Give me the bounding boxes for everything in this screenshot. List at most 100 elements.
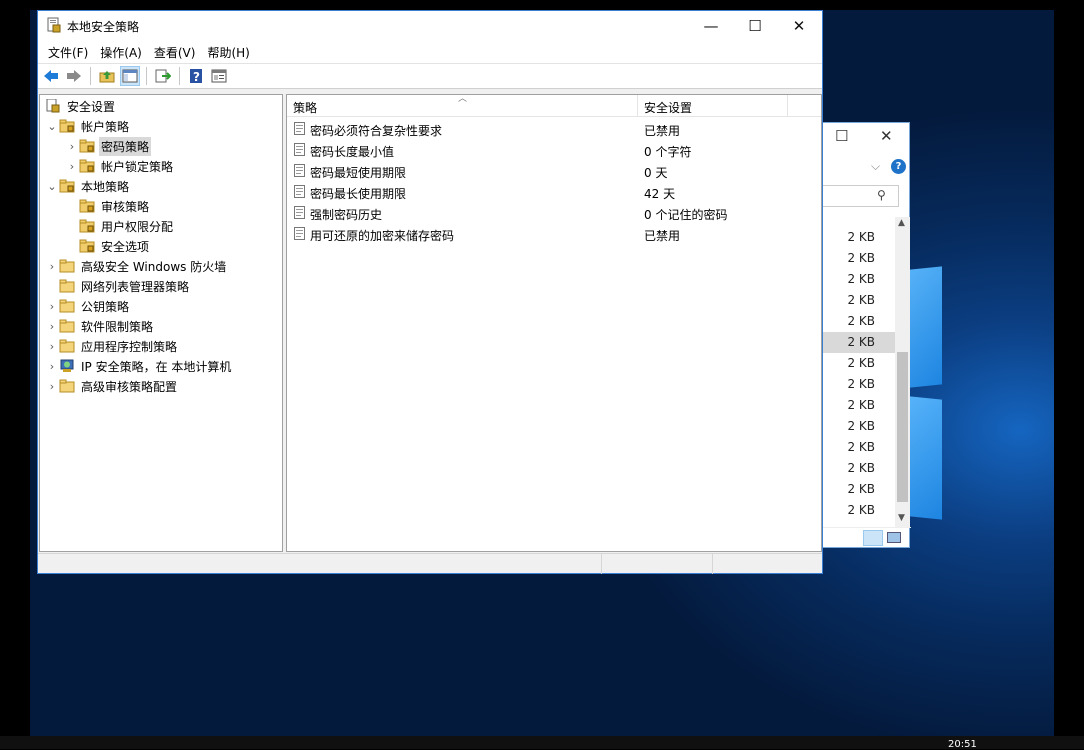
tree-node-network-list-manager[interactable]: 网络列表管理器策略: [59, 276, 191, 296]
policy-row[interactable]: 密码最长使用期限 42 天: [287, 182, 821, 203]
policy-row[interactable]: 用可还原的加密来储存密码 已禁用: [287, 224, 821, 245]
tree-node-account-lockout-policy[interactable]: › 帐户锁定策略: [65, 156, 175, 176]
menu-view[interactable]: 查看(V): [148, 44, 202, 61]
policy-folder-icon: [79, 139, 95, 153]
policy-row[interactable]: 密码最短使用期限 0 天: [287, 161, 821, 182]
column-divider[interactable]: [787, 95, 788, 117]
file-size-cell[interactable]: 2 KB: [823, 290, 895, 311]
scroll-down-icon[interactable]: ▼: [898, 513, 905, 523]
policy-row[interactable]: 强制密码历史 0 个记住的密码: [287, 203, 821, 224]
forward-button[interactable]: [64, 66, 84, 86]
large-icons-view-icon[interactable]: [887, 532, 901, 543]
minimize-button[interactable]: —: [688, 11, 734, 41]
expand-arrow-icon[interactable]: ›: [45, 300, 59, 313]
status-bar: [38, 553, 822, 574]
tree-node-password-policy[interactable]: › 密码策略: [65, 136, 152, 156]
policy-folder-icon: [79, 159, 95, 173]
details-view-icon[interactable]: [863, 530, 883, 546]
collapse-arrow-icon[interactable]: ⌄: [45, 180, 59, 193]
policy-name: 用可还原的加密来储存密码: [310, 229, 455, 243]
tree-label: 帐户策略: [81, 119, 130, 134]
close-icon[interactable]: ✕: [880, 127, 893, 145]
policy-folder-icon: [59, 179, 75, 193]
menu-file[interactable]: 文件(F): [42, 44, 94, 61]
scroll-thumb[interactable]: [897, 352, 908, 502]
policy-folder-icon: [59, 119, 75, 133]
column-divider[interactable]: [637, 95, 638, 117]
tree-node-local-policies[interactable]: ⌄ 本地策略: [45, 176, 131, 196]
scroll-up-icon[interactable]: ▲: [898, 218, 905, 228]
file-size-cell[interactable]: 2 KB: [823, 332, 895, 353]
tree-node-user-rights-assignment[interactable]: 用户权限分配: [79, 216, 175, 236]
column-header-policy[interactable]: 策略: [293, 99, 317, 116]
expand-arrow-icon[interactable]: ›: [45, 340, 59, 353]
sort-ascending-icon: ︿: [458, 94, 468, 104]
file-size-cell[interactable]: 2 KB: [823, 227, 895, 248]
show-hide-tree-button[interactable]: [120, 66, 140, 86]
export-list-button[interactable]: [153, 66, 173, 86]
search-icon: ⚲: [877, 188, 886, 202]
tree-node-application-control[interactable]: › 应用程序控制策略: [45, 336, 179, 356]
tree-node-advanced-audit-policy[interactable]: › 高级审核策略配置: [45, 376, 179, 396]
tree-node-software-restriction[interactable]: › 软件限制策略: [45, 316, 155, 336]
window-title: 本地安全策略: [67, 20, 140, 34]
expand-arrow-icon[interactable]: ›: [45, 320, 59, 333]
vertical-scrollbar[interactable]: ▲ ▼: [895, 217, 910, 527]
maximize-icon[interactable]: ☐: [835, 127, 848, 145]
column-header-setting[interactable]: 安全设置: [644, 99, 692, 116]
tree-node-windows-firewall[interactable]: › 高级安全 Windows 防火墙: [45, 256, 228, 276]
help-icon[interactable]: ?: [891, 159, 906, 174]
up-folder-icon: [99, 71, 115, 83]
folder-icon: [59, 319, 75, 333]
file-size-cell[interactable]: 2 KB: [823, 437, 895, 458]
collapse-arrow-icon[interactable]: ⌄: [45, 120, 59, 133]
help-icon: ?: [190, 69, 202, 84]
ip-security-icon: [60, 359, 74, 372]
menu-action[interactable]: 操作(A): [94, 44, 148, 61]
maximize-button[interactable]: ☐: [732, 11, 778, 41]
expand-arrow-icon[interactable]: ›: [45, 260, 59, 273]
tree-node-account-policies[interactable]: ⌄ 帐户策略: [45, 116, 131, 136]
file-size-cell[interactable]: 2 KB: [823, 353, 895, 374]
file-size-cell[interactable]: 2 KB: [823, 311, 895, 332]
expand-arrow-icon[interactable]: ›: [65, 160, 79, 173]
tree-label: 高级审核策略配置: [81, 379, 178, 394]
background-explorer-window[interactable]: ☐ ✕ ⌵ ? ⚲ 2 KB 2 KB 2 KB 2 KB 2 KB 2 KB 2 KB 2 …: [822, 122, 911, 548]
file-size-cell[interactable]: 2 KB: [823, 374, 895, 395]
tree-node-audit-policy[interactable]: 审核策略: [79, 196, 151, 216]
folder-icon: [59, 279, 75, 293]
up-one-level-button[interactable]: [97, 66, 117, 86]
policy-row[interactable]: 密码必须符合复杂性要求 已禁用: [287, 119, 821, 140]
policy-name: 密码必须符合复杂性要求: [310, 124, 443, 138]
taskbar-clock[interactable]: 20:51: [948, 739, 977, 750]
policy-setting: 已禁用: [644, 229, 681, 243]
file-size-cell[interactable]: 2 KB: [823, 269, 895, 290]
back-button[interactable]: [41, 66, 61, 86]
file-size-cell[interactable]: 2 KB: [823, 458, 895, 479]
policy-setting: 42 天: [644, 187, 676, 201]
file-size-cell[interactable]: 2 KB: [823, 395, 895, 416]
tree-root-security-settings[interactable]: 安全设置: [45, 96, 117, 116]
chevron-down-icon[interactable]: ⌵: [871, 159, 880, 174]
policy-row[interactable]: 密码长度最小值 0 个字符: [287, 140, 821, 161]
local-security-policy-window[interactable]: 本地安全策略 — ☐ ✕ 文件(F) 操作(A) 查看(V) 帮助(H) ? 安…: [37, 10, 823, 574]
expand-arrow-icon[interactable]: ›: [45, 360, 59, 373]
console-tree: 安全设置 ⌄ 帐户策略 › 密码策略 › 帐户锁定策略 ⌄ 本地策略 审核策略: [39, 94, 283, 552]
file-size-cell[interactable]: 2 KB: [823, 416, 895, 437]
menu-help[interactable]: 帮助(H): [201, 44, 255, 61]
search-box[interactable]: ⚲: [823, 185, 899, 207]
close-button[interactable]: ✕: [776, 11, 822, 41]
help-button[interactable]: ?: [186, 66, 206, 86]
expand-arrow-icon[interactable]: ›: [65, 140, 79, 153]
file-size-cell[interactable]: 2 KB: [823, 500, 895, 521]
policy-folder-icon: [79, 239, 95, 253]
policy-list: ︿ 策略 安全设置 密码必须符合复杂性要求 已禁用 密码长度最小值 0 个字符 …: [286, 94, 822, 552]
tree-node-public-key-policies[interactable]: › 公钥策略: [45, 296, 131, 316]
tree-node-ip-security-policies[interactable]: › IP 安全策略，在 本地计算机: [45, 356, 233, 376]
policy-setting: 0 个记住的密码: [644, 208, 728, 222]
file-size-cell[interactable]: 2 KB: [823, 248, 895, 269]
properties-button[interactable]: [209, 66, 229, 86]
tree-node-security-options[interactable]: 安全选项: [79, 236, 151, 256]
file-size-cell[interactable]: 2 KB: [823, 479, 895, 500]
expand-arrow-icon[interactable]: ›: [45, 380, 59, 393]
